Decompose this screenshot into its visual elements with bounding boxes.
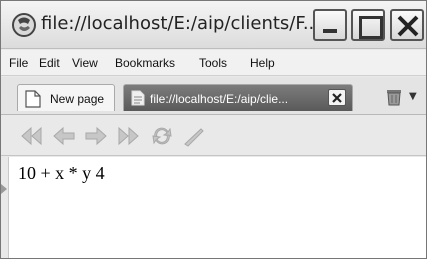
content-text: 10 + x * y 4 xyxy=(18,163,105,183)
menu-edit[interactable]: Edit xyxy=(39,56,60,70)
menu-tools[interactable]: Tools xyxy=(199,56,227,70)
document-icon xyxy=(131,90,145,106)
close-icon xyxy=(332,93,342,103)
menu-view[interactable]: View xyxy=(72,56,98,70)
browser-app-icon xyxy=(12,13,36,37)
chevron-down-icon[interactable]: ▼ xyxy=(409,91,417,102)
menu-file[interactable]: File xyxy=(9,56,28,70)
tab-new-page-label: New page xyxy=(50,92,105,106)
reload-icon[interactable] xyxy=(149,125,175,147)
tab-bar: New page file://localhost/E:/aip/clie...… xyxy=(1,77,426,115)
tab-close-button[interactable] xyxy=(328,89,346,106)
menu-help[interactable]: Help xyxy=(250,56,275,70)
title-bar: file://localhost/E:/aip/clients/F... xyxy=(1,1,426,49)
window-title: file://localhost/E:/aip/clients/F... xyxy=(41,13,320,34)
forward-icon[interactable] xyxy=(83,125,109,147)
tab-current[interactable]: file://localhost/E:/aip/clie... xyxy=(123,84,353,111)
tab-current-label: file://localhost/E:/aip/clie... xyxy=(150,92,289,106)
edit-icon[interactable] xyxy=(181,125,207,147)
navigation-toolbar xyxy=(1,116,426,156)
gutter-marker xyxy=(1,184,7,194)
close-window-button[interactable] xyxy=(390,9,424,41)
page-content: 10 + x * y 4 xyxy=(8,157,426,258)
maximize-button[interactable] xyxy=(351,9,385,41)
browser-window: file://localhost/E:/aip/clients/F... Fil… xyxy=(0,0,427,259)
minimize-button[interactable] xyxy=(313,9,347,41)
back-icon[interactable] xyxy=(51,125,77,147)
tab-new-page[interactable]: New page xyxy=(17,84,115,111)
fast-forward-icon[interactable] xyxy=(115,125,141,147)
close-icon xyxy=(397,15,419,37)
trash-icon[interactable] xyxy=(384,87,404,107)
page-icon xyxy=(25,90,41,108)
menu-bookmarks[interactable]: Bookmarks xyxy=(115,56,175,70)
menu-bar: File Edit View Bookmarks Tools Help xyxy=(1,50,426,76)
rewind-icon[interactable] xyxy=(19,125,45,147)
